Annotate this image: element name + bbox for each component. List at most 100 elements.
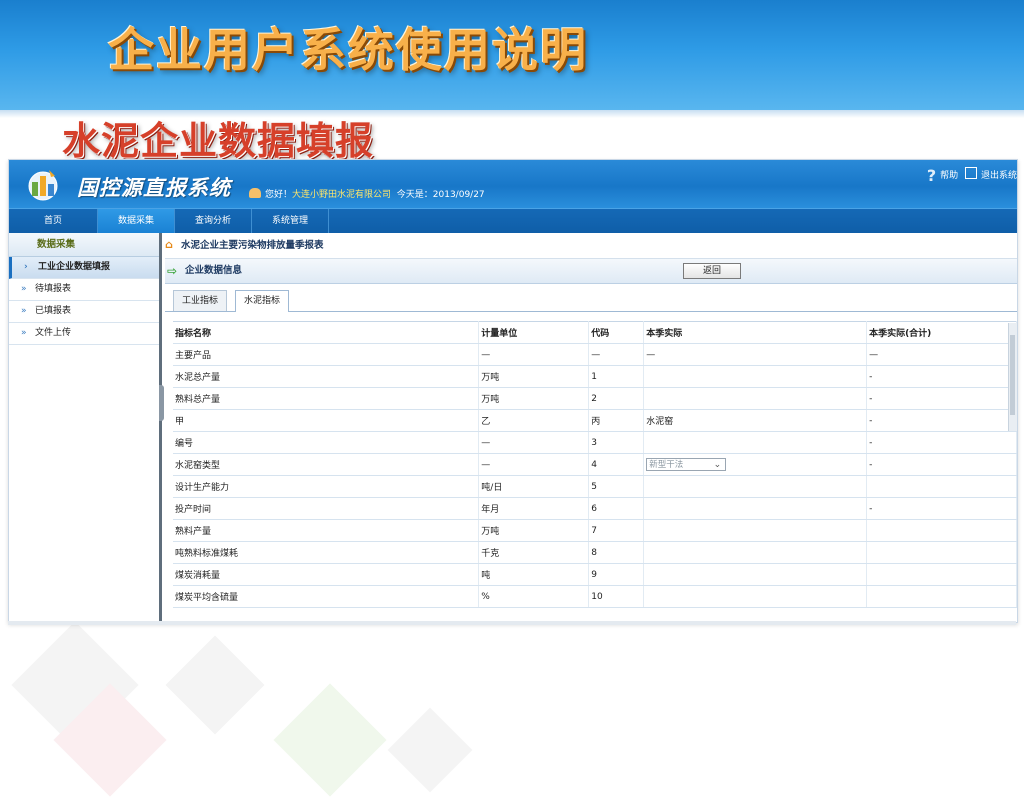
sidebar-item-file-upload[interactable]: » 文件上传 <box>9 323 159 345</box>
table-cell: 吨/日 <box>478 475 590 498</box>
table-cell: 4 <box>588 453 645 476</box>
table-cell[interactable]: - <box>866 409 1017 432</box>
sidebar-collapse-handle[interactable] <box>159 385 164 421</box>
select-value: 新型干法 <box>649 460 684 470</box>
table-cell: 吨熟料标准煤耗 <box>173 541 480 564</box>
home-icon: ⌂ <box>165 238 173 251</box>
table-cell[interactable] <box>643 519 868 542</box>
exit-link[interactable]: 退出系统 <box>981 171 1017 181</box>
table-row: 吨熟料标准煤耗 千克 8 <box>173 541 1017 564</box>
table-cell[interactable] <box>643 387 868 410</box>
column-header: 本季实际(合计) <box>866 321 1017 344</box>
table-row: 熟料产量 万吨 7 <box>173 519 1017 542</box>
table-cell: 甲 <box>173 409 480 432</box>
chevron-right-icon: » <box>21 284 27 294</box>
table-cell: 投产时间 <box>173 497 480 520</box>
table-cell[interactable]: — <box>866 343 1017 366</box>
nav-data-collection[interactable]: 数据采集 <box>98 209 175 233</box>
app-screenshot: 国控源直报系统 您好！大连小野田水泥有限公司 今天是：2013/09/27 ? 帮… <box>8 159 1018 623</box>
table-cell: 水泥总产量 <box>173 365 480 388</box>
back-button[interactable]: 返回 <box>683 263 741 279</box>
sidebar: 数据采集 › 工业企业数据填报 » 待填报表 » 已填报表 » 文件上传 <box>9 233 162 622</box>
decor-diamond <box>387 707 473 793</box>
table-row: 煤炭平均含硫量% 10 <box>173 585 1017 608</box>
table-cell: 编号 <box>173 431 480 454</box>
table-cell[interactable] <box>643 365 868 388</box>
table-cell: 1 <box>588 365 645 388</box>
table-cell[interactable]: — <box>643 343 868 366</box>
table-cell[interactable] <box>643 585 868 608</box>
sidebar-item-filled-reports[interactable]: » 已填报表 <box>9 301 159 323</box>
table-cell: 设计生产能力 <box>173 475 480 498</box>
table-cell[interactable] <box>866 563 1017 586</box>
table-cell: 丙 <box>588 409 645 432</box>
sidebar-title: 数据采集 <box>9 233 159 257</box>
table-header-row: 指标名称 计量单位 代码 本季实际 本季实际(合计) <box>173 321 1017 344</box>
table-cell[interactable] <box>866 585 1017 608</box>
table-cell[interactable]: - <box>866 387 1017 410</box>
table-cell: 3 <box>588 431 645 454</box>
app-logo-text: 国控源直报系统 <box>77 176 231 200</box>
company-name[interactable]: 大连小野田水泥有限公司 <box>292 190 391 200</box>
table-cell: 万吨 <box>478 387 590 410</box>
table-cell: 万吨 <box>478 519 590 542</box>
table-row: 投产时间 年月 6 - <box>173 497 1017 520</box>
nav-query-analysis[interactable]: 查询分析 <box>175 209 252 233</box>
app-header: 国控源直报系统 您好！大连小野田水泥有限公司 今天是：2013/09/27 ? 帮… <box>9 160 1017 208</box>
table-cell: 新型干法 ⌄ <box>643 453 868 476</box>
today-label: 今天是： <box>396 190 433 200</box>
table-cell: 千克 <box>478 541 590 564</box>
chevron-right-icon: › <box>24 262 28 272</box>
table-cell[interactable] <box>866 541 1017 564</box>
table-cell[interactable]: - <box>866 365 1017 388</box>
table-cell: 煤炭消耗量 <box>173 563 480 586</box>
help-link[interactable]: 帮助 <box>940 171 958 181</box>
table-cell: 8 <box>588 541 645 564</box>
table-cell[interactable] <box>643 563 868 586</box>
table-cell: — <box>588 343 645 366</box>
nav-system-admin[interactable]: 系统管理 <box>252 209 329 233</box>
table-cell: 吨 <box>478 563 590 586</box>
table-cell[interactable]: - <box>866 497 1017 520</box>
user-icon <box>249 188 261 198</box>
column-header: 本季实际 <box>643 321 868 344</box>
scrollbar-thumb[interactable] <box>1010 335 1015 415</box>
sidebar-item-industrial-data-entry[interactable]: › 工业企业数据填报 <box>9 257 159 279</box>
table-row: 熟料总产量 万吨 2 - <box>173 387 1017 410</box>
table-cell[interactable]: 水泥窑 <box>643 409 868 432</box>
sidebar-item-label: 工业企业数据填报 <box>38 262 111 272</box>
screenshot-bottom-edge <box>8 621 1016 625</box>
table-cell[interactable]: - <box>866 453 1017 476</box>
sidebar-item-pending-reports[interactable]: » 待填报表 <box>9 279 159 301</box>
help-icon[interactable]: ? <box>927 166 936 185</box>
table-cell: 7 <box>588 519 645 542</box>
main-content: ⌂ 水泥企业主要污染物排放量季报表 ⇨ 企业数据信息 返回 工业指标 水泥指标 指标… <box>165 233 1017 622</box>
exit-icon[interactable] <box>964 167 977 179</box>
table-cell: — <box>478 431 590 454</box>
tab-cement-indicators[interactable]: 水泥指标 <box>235 290 290 312</box>
tab-industrial-indicators[interactable]: 工业指标 <box>173 290 228 311</box>
table-body: 主要产品 — — — — 水泥总产量 万吨 1- 熟料总产量 万吨 2- 甲乙丙水泥窑 - 编号 —3- 水泥… <box>173 343 1017 608</box>
table-cell[interactable] <box>643 431 868 454</box>
table-row: 设计生产能力 吨/日 5 <box>173 475 1017 498</box>
vertical-scrollbar[interactable] <box>1008 323 1017 431</box>
chevron-right-icon: » <box>21 306 27 316</box>
chevron-right-icon: » <box>21 328 27 338</box>
breadcrumb-text: 水泥企业主要污染物排放量季报表 <box>181 240 324 251</box>
table-cell[interactable] <box>643 541 868 564</box>
table-row: 煤炭消耗量吨 9 <box>173 563 1017 586</box>
slide-title: 企业用户系统使用说明 <box>108 23 588 77</box>
table-cell: 熟料产量 <box>173 519 480 542</box>
table-row: 水泥总产量 万吨 1 - <box>173 365 1017 388</box>
table-cell[interactable] <box>866 519 1017 542</box>
column-header: 代码 <box>588 321 645 344</box>
kiln-type-select[interactable]: 新型干法 ⌄ <box>646 458 727 471</box>
table-cell: 2 <box>588 387 645 410</box>
table-cell[interactable] <box>643 475 868 498</box>
sidebar-item-label: 待填报表 <box>35 284 72 294</box>
table-cell[interactable]: - <box>866 431 1017 454</box>
table-cell[interactable] <box>866 475 1017 498</box>
table-cell: 9 <box>588 563 645 586</box>
table-cell[interactable] <box>643 497 868 520</box>
nav-home[interactable]: 首页 <box>9 209 98 233</box>
